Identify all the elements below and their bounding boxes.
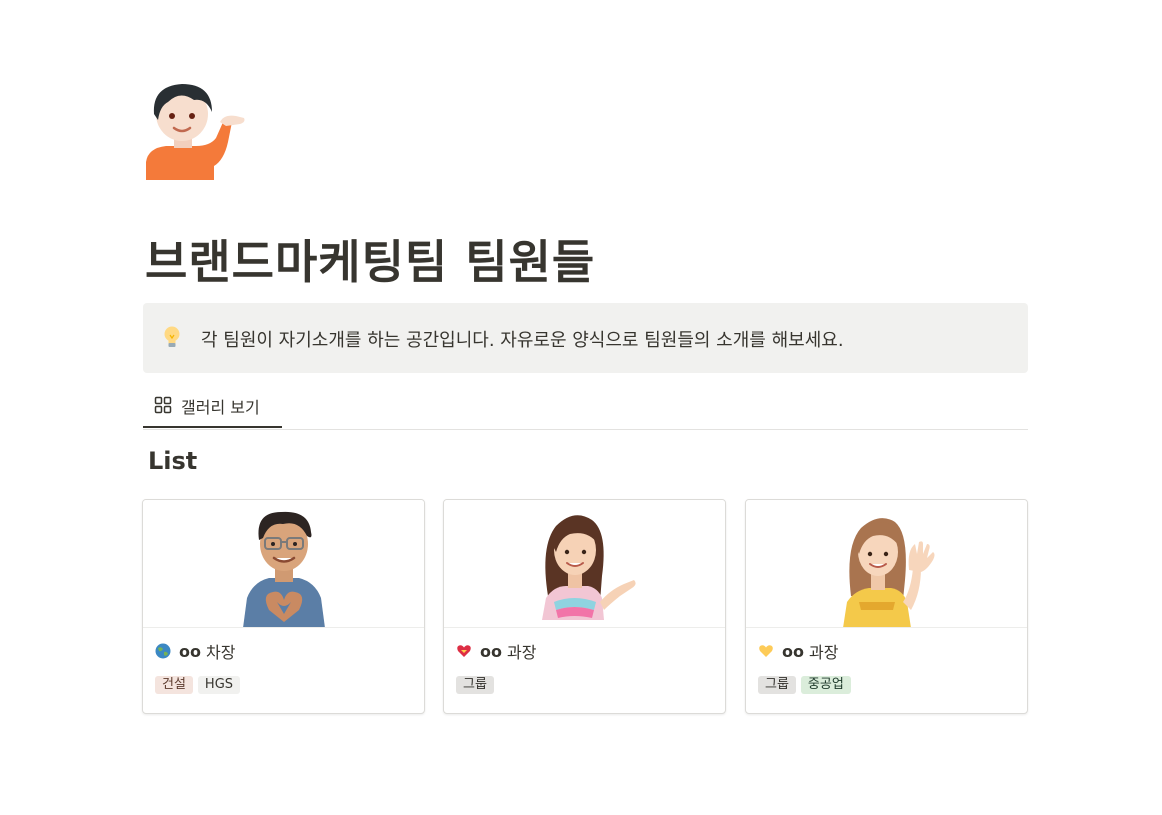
card-tags: 건설 HGS (155, 676, 241, 694)
card-name-bold: oo (179, 641, 201, 661)
tag: 중공업 (800, 676, 851, 694)
card-cover-image (143, 500, 424, 628)
tab-label: 갤러리 보기 (181, 398, 260, 417)
card-name-rest: 과장 (506, 643, 537, 662)
card-tags: 그룹 (456, 676, 494, 694)
memoji-woman-presenting (541, 515, 636, 620)
callout: 각 팀원이 자기소개를 하는 공간입니다. 자유로운 양식으로 팀원들의 소개를… (143, 303, 1028, 373)
card-name-rest: 차장 (205, 643, 236, 662)
page-title[interactable]: 브랜드마케팅팀 팀원들 (145, 226, 595, 292)
globe-icon (155, 643, 171, 659)
gallery-card[interactable]: oo 차장 건설 HGS (142, 499, 425, 714)
page-icon-person-tipping-hand[interactable] (140, 80, 248, 182)
view-tabs: 갤러리 보기 (143, 388, 1028, 430)
card-title[interactable]: oo 과장 (758, 639, 838, 663)
card-cover-image (444, 500, 725, 628)
lightbulb-icon (163, 325, 181, 349)
memoji-woman-waving (842, 518, 934, 627)
card-tags: 그룹 중공업 (758, 676, 851, 694)
heart-with-ribbon-icon (456, 643, 472, 659)
tag: 건설 (155, 676, 193, 694)
tab-gallery-view[interactable]: 갤러리 보기 (143, 388, 282, 428)
card-name-rest: 과장 (808, 643, 839, 662)
callout-text: 각 팀원이 자기소개를 하는 공간입니다. 자유로운 양식으로 팀원들의 소개를… (201, 330, 844, 351)
gallery-card[interactable]: oo 과장 그룹 중공업 (745, 499, 1028, 714)
card-cover-image (746, 500, 1027, 628)
tag: HGS (197, 676, 241, 694)
card-title[interactable]: oo 과장 (456, 639, 536, 663)
tag: 그룹 (758, 676, 796, 694)
card-name-bold: oo (782, 641, 804, 661)
gallery-section-title: List (148, 447, 198, 475)
memoji-man-heart-hands (242, 511, 325, 627)
gallery-grid-icon (154, 396, 172, 414)
yellow-heart-icon (758, 643, 774, 659)
gallery-card[interactable]: oo 과장 그룹 (443, 499, 726, 714)
card-name-bold: oo (480, 641, 502, 661)
tag: 그룹 (456, 676, 494, 694)
card-title[interactable]: oo 차장 (155, 639, 235, 663)
